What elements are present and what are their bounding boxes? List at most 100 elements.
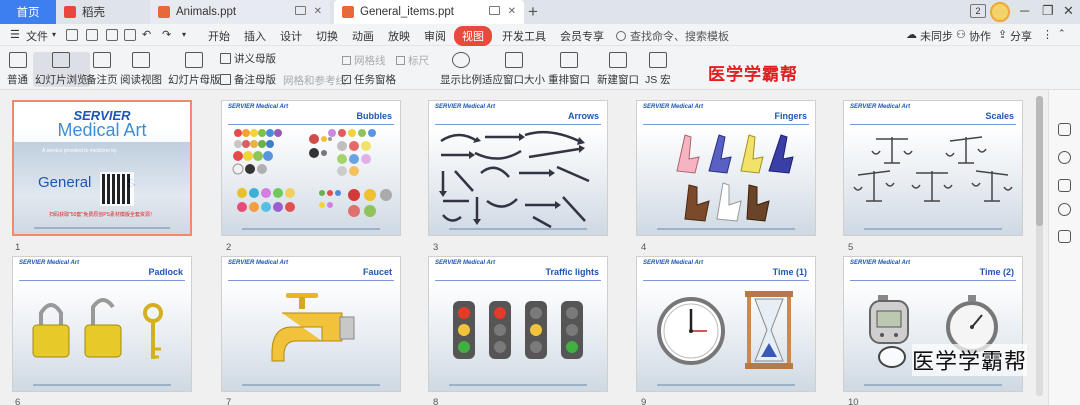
handout-master-label: 讲义母版 [234, 53, 276, 65]
tab-general[interactable]: General_items.ppt ✕ [334, 0, 524, 24]
close-icon[interactable]: ✕ [314, 6, 322, 17]
close-window-icon[interactable]: ✕ [1063, 3, 1074, 19]
copy-icon[interactable] [1058, 179, 1071, 192]
tab-bar: 首页 稻壳 Animals.ppt ✕ General_items.ppt ✕ … [0, 0, 1080, 24]
help-icon[interactable] [1058, 203, 1071, 216]
slide-browse-button[interactable]: 幻灯片浏览 [33, 52, 90, 87]
slide-footer [449, 228, 587, 230]
restore-icon[interactable]: ❐ [1042, 3, 1054, 19]
search-placeholder: 查找命令、搜索模板 [630, 31, 729, 43]
ruler-checkbox[interactable]: 标尺 [396, 53, 429, 68]
slide-thumbnail-1[interactable]: SERVIER Medical Art A service provided t… [12, 100, 192, 236]
adjust-icon[interactable] [1058, 123, 1071, 136]
slide1-tagline: A service provided to medicine by [42, 148, 117, 154]
slide1-promo: 扫码获取"50套"免费原创PS素材模版全套资源！ [49, 212, 155, 218]
grid-guides-button[interactable]: 网格和参考线 [283, 73, 346, 88]
notes-master-button[interactable]: 备注母版 [220, 72, 276, 87]
slide-footer [33, 384, 171, 386]
gridlines-label: 网格线 [354, 55, 386, 67]
export-icon[interactable] [124, 29, 136, 41]
notes-page-icon [92, 52, 111, 68]
notes-page-button[interactable]: 备注页 [86, 52, 118, 87]
gridlines-checkbox[interactable]: 网格线 [342, 53, 386, 68]
menu-file[interactable]: 文件 [26, 28, 48, 44]
handout-master-button[interactable]: 讲义母版 [220, 51, 276, 66]
sync-status[interactable]: 未同步 [920, 28, 953, 44]
checkbox-icon [396, 56, 405, 65]
chevron-down-icon[interactable]: ▾ [182, 30, 186, 39]
tab-general-label: General_items.ppt [360, 6, 454, 18]
slide-master-button[interactable]: 幻灯片母版 [168, 52, 221, 87]
reading-view-button[interactable]: 阅读视图 [120, 52, 162, 87]
close-icon[interactable]: ✕ [508, 6, 516, 17]
collapse-ribbon-icon[interactable]: ⌃ [1058, 28, 1066, 39]
new-window-button[interactable]: 新建窗口 [597, 52, 639, 87]
user-icon: ⚇ [956, 29, 966, 41]
task-pane-label: 任务窗格 [354, 74, 396, 86]
menu-insert[interactable]: 插入 [244, 28, 266, 44]
slide-thumbnail-8[interactable]: SERVIER Medical Art Traffic lights [428, 256, 608, 392]
tab-daoke[interactable]: 稻壳 [56, 0, 148, 24]
menu-developer[interactable]: 开发工具 [502, 28, 546, 44]
monitor-icon[interactable] [295, 6, 306, 15]
menu-start[interactable]: 开始 [208, 28, 230, 44]
arrange-windows-button[interactable]: 重排窗口 [548, 52, 590, 87]
menu-design[interactable]: 设计 [280, 28, 302, 44]
slide1-medical-art: Medical Art [57, 120, 147, 140]
js-macro-button[interactable]: JS 宏 [645, 52, 671, 87]
slide-thumbnail-4[interactable]: SERVIER Medical Art Fingers [636, 100, 816, 236]
monitor-icon[interactable] [489, 6, 500, 15]
open-folder-icon[interactable] [66, 29, 78, 41]
menu-slideshow[interactable]: 放映 [388, 28, 410, 44]
menu-member[interactable]: 会员专享 [560, 28, 604, 44]
minimize-icon[interactable]: ─ [1020, 3, 1029, 18]
tab-daoke-label: 稻壳 [82, 7, 105, 19]
new-tab-button[interactable]: + [528, 2, 538, 22]
command-search[interactable]: 查找命令、搜索模板 [616, 28, 729, 44]
slide-number: 7 [226, 397, 232, 405]
fit-window-label: 适应窗口大小 [482, 74, 545, 86]
slide-thumbnail-3[interactable]: SERVIER Medical Art Arrows [428, 100, 608, 236]
undo-icon[interactable]: ↶ [142, 28, 151, 41]
arrows-art [439, 130, 590, 229]
slide-thumbnail-5[interactable]: SERVIER Medical Art Scales [843, 100, 1023, 236]
checkmark-icon: ✓ [342, 75, 351, 84]
reading-view-label: 阅读视图 [120, 74, 162, 86]
window-count-badge[interactable]: 2 [970, 4, 986, 18]
collab-button[interactable]: 协作 [969, 28, 991, 44]
share-button[interactable]: 分享 [1010, 28, 1032, 44]
zoom-label: 显示比例 [440, 74, 482, 86]
slide-thumbnail-9[interactable]: SERVIER Medical Art Time (1) [636, 256, 816, 392]
tab-home[interactable]: 首页 [0, 0, 56, 24]
slide1-general-word: General [38, 174, 92, 191]
star-icon[interactable] [1058, 151, 1071, 164]
handout-icon [220, 53, 231, 64]
checkbox-icon [342, 56, 351, 65]
scrollbar-thumb[interactable] [1036, 96, 1043, 226]
redo-icon[interactable]: ↷ [162, 28, 171, 41]
menu-review[interactable]: 审阅 [424, 28, 446, 44]
slide-thumbnail-7[interactable]: SERVIER Medical Art Faucet [221, 256, 401, 392]
menu-animation[interactable]: 动画 [352, 28, 374, 44]
task-pane-checkbox[interactable]: ✓ 任务窗格 [342, 72, 396, 87]
chevron-down-icon[interactable]: ▾ [52, 30, 56, 39]
slide-thumbnail-6[interactable]: SERVIER Medical Art Padlock [12, 256, 192, 392]
print-icon[interactable] [106, 29, 118, 41]
menu-bar: ☰ 文件 ▾ ↶ ↷ ▾ 开始 插入 设计 切换 动画 放映 审阅 视图 开发工… [0, 24, 1080, 46]
normal-view-label: 普通 [7, 74, 28, 86]
menu-transition[interactable]: 切换 [316, 28, 338, 44]
menu-view[interactable]: 视图 [454, 26, 492, 46]
slide-thumbnail-2[interactable]: SERVIER Medical Art Bubbles [221, 100, 401, 236]
image-icon[interactable] [1058, 230, 1071, 243]
hamburger-icon[interactable]: ☰ [10, 28, 20, 41]
more-icon[interactable]: ⋮ [1042, 28, 1053, 41]
fit-window-icon [504, 52, 523, 68]
avatar[interactable] [990, 2, 1010, 22]
normal-view-button[interactable]: 普通 [7, 52, 28, 87]
fit-window-button[interactable]: 适应窗口大小 [482, 52, 545, 87]
save-icon[interactable] [86, 29, 98, 41]
slide-master-icon [185, 52, 204, 68]
new-window-icon [609, 52, 627, 68]
tab-animals[interactable]: Animals.ppt ✕ [150, 0, 330, 24]
zoom-button[interactable]: 显示比例 [440, 52, 482, 87]
